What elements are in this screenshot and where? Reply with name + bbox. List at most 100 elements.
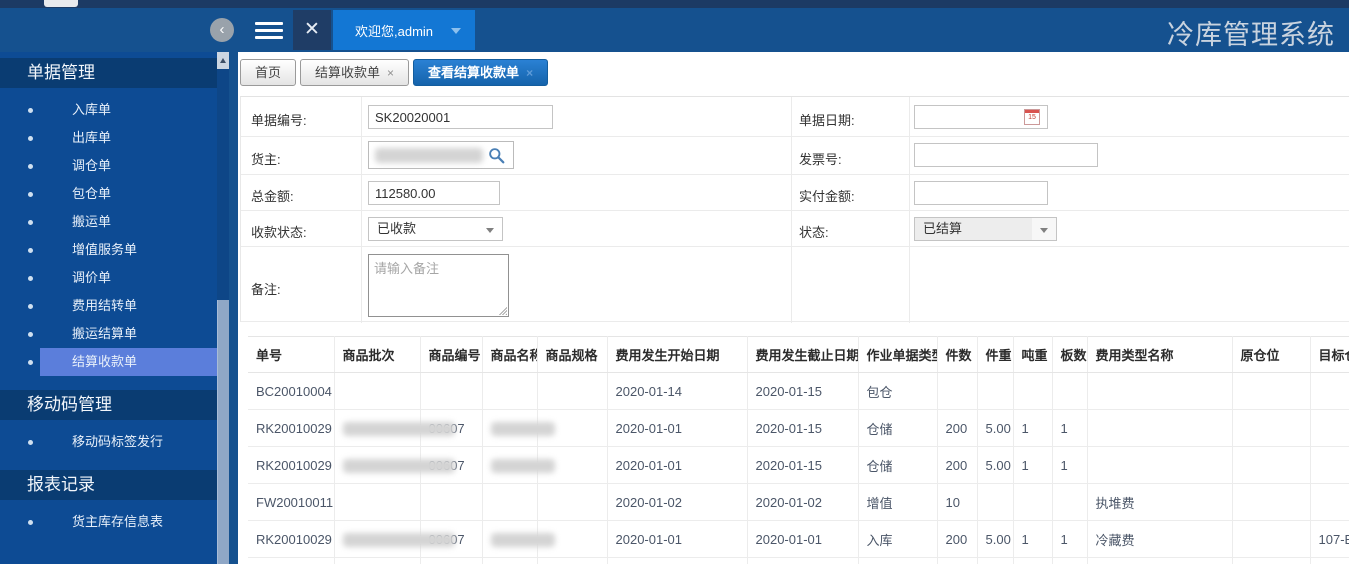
receipt-status-value: 已收款 <box>377 221 416 236</box>
table-cell <box>537 373 607 410</box>
table-cell <box>1087 558 1232 564</box>
close-all-tabs-button[interactable]: ✕ <box>293 10 331 50</box>
back-button[interactable]: ‹ <box>210 18 234 42</box>
sidebar-item[interactable]: 出库单 <box>0 124 217 152</box>
column-header: 费用发生开始日期 <box>607 337 747 373</box>
table-row[interactable]: RK20010029006072020-01-012020-01-15仓储200… <box>248 410 1349 447</box>
detail-table: 单号商品批次商品编号商品名称商品规格费用发生开始日期费用发生截止日期作业单据类型… <box>248 336 1349 564</box>
sidebar-section-title[interactable]: 报表记录 <box>0 470 217 500</box>
sidebar-item[interactable]: 搬运单 <box>0 208 217 236</box>
column-header: 原仓位 <box>1232 337 1310 373</box>
calendar-icon[interactable]: 15 <box>1024 109 1040 125</box>
table-cell <box>1232 447 1310 484</box>
sidebar-item[interactable]: 结算收款单 <box>0 348 217 376</box>
user-menu-button[interactable]: 欢迎您,admin <box>333 10 475 50</box>
tab-1[interactable]: 首页 <box>240 59 296 86</box>
table-cell <box>334 410 420 447</box>
sidebar-item[interactable]: 入库单 <box>0 96 217 124</box>
textarea-resize-grip[interactable] <box>498 306 507 315</box>
table-cell <box>1087 410 1232 447</box>
redacted-cell-text <box>343 459 455 473</box>
paid-amount-input[interactable] <box>914 181 1048 205</box>
scroll-up-button[interactable] <box>217 52 229 69</box>
redacted-owner-text <box>375 148 483 163</box>
sidebar-item[interactable]: 费用结转单 <box>0 292 217 320</box>
table-cell <box>1310 558 1349 564</box>
sidebar-item[interactable]: 包仓单 <box>0 180 217 208</box>
sidebar-item[interactable]: 调仓单 <box>0 152 217 180</box>
bullet-icon <box>28 136 33 141</box>
table-cell: 增值 <box>858 484 937 521</box>
table-cell: 仓储 <box>858 447 937 484</box>
scrollbar-thumb[interactable] <box>217 300 229 564</box>
sidebar-item[interactable]: 货主库存信息表 <box>0 508 217 536</box>
table-cell <box>482 447 537 484</box>
owner-input[interactable] <box>368 141 514 169</box>
table-row[interactable]: FW200100112020-01-022020-01-02增值10执堆费 <box>248 484 1349 521</box>
menu-toggle-icon[interactable] <box>255 22 283 39</box>
table-cell: 107-B <box>1310 521 1349 558</box>
table-cell <box>1052 558 1087 564</box>
table-cell: 冷藏费 <box>1087 521 1232 558</box>
table-cell <box>1310 410 1349 447</box>
sidebar-item[interactable]: 增值服务单 <box>0 236 217 264</box>
welcome-label: 欢迎您,admin <box>355 24 433 39</box>
sidebar-item-label: 出库单 <box>72 124 217 152</box>
tab-close-icon[interactable]: × <box>526 66 533 80</box>
table-cell: 1 <box>1052 521 1087 558</box>
table-row[interactable] <box>248 558 1349 564</box>
table-cell: 1 <box>1013 521 1052 558</box>
column-header: 件重 <box>977 337 1013 373</box>
total-amount-input[interactable] <box>368 181 500 205</box>
sidebar-item-label: 搬运单 <box>72 208 217 236</box>
table-cell <box>537 558 607 564</box>
tab-bar: 首页结算收款单×查看结算收款单× <box>238 52 1349 90</box>
doc-no-input[interactable] <box>368 105 553 129</box>
bullet-icon <box>28 360 33 365</box>
table-cell <box>420 484 482 521</box>
invoice-no-input[interactable] <box>914 143 1098 167</box>
table-cell <box>977 373 1013 410</box>
sidebar-item-label: 调仓单 <box>72 152 217 180</box>
table-cell: RK20010029 <box>248 521 334 558</box>
table-cell: 2020-01-15 <box>747 447 858 484</box>
sidebar-section-title[interactable]: 单据管理 <box>0 58 217 88</box>
bullet-icon <box>28 108 33 113</box>
table-cell: 1 <box>1013 410 1052 447</box>
sidebar-item[interactable]: 搬运结算单 <box>0 320 217 348</box>
table-cell <box>858 558 937 564</box>
sidebar-scrollbar[interactable] <box>217 52 229 564</box>
sidebar-item-label: 调价单 <box>72 264 217 292</box>
table-row[interactable]: RK20010029006072020-01-012020-01-01入库200… <box>248 521 1349 558</box>
tab-3[interactable]: 查看结算收款单× <box>413 59 548 86</box>
table-cell <box>1087 447 1232 484</box>
sidebar: 单据管理入库单出库单调仓单包仓单搬运单增值服务单调价单费用结转单搬运结算单结算收… <box>0 52 217 564</box>
column-header: 作业单据类型 <box>858 337 937 373</box>
sidebar-section-title[interactable]: 移动码管理 <box>0 390 217 420</box>
sidebar-item[interactable]: 移动码标签发行 <box>0 428 217 456</box>
sidebar-item-label: 搬运结算单 <box>72 320 217 348</box>
table-cell <box>420 373 482 410</box>
app-window: ‹ ✕ 欢迎您,admin 冷库管理系统 单据管理入库单出库单调仓单包仓单搬运单… <box>0 0 1349 564</box>
tab-2[interactable]: 结算收款单× <box>300 59 409 86</box>
sidebar-item-label: 入库单 <box>72 96 217 124</box>
table-cell: 仓储 <box>858 410 937 447</box>
chevron-down-icon <box>451 28 461 34</box>
table-cell: 1 <box>1052 410 1087 447</box>
search-icon[interactable] <box>488 147 505 164</box>
table-cell <box>420 558 482 564</box>
content-left-strip <box>229 52 238 564</box>
table-row[interactable]: BC200100042020-01-142020-01-15包仓 <box>248 373 1349 410</box>
table-cell <box>1232 410 1310 447</box>
receipt-status-select[interactable]: 已收款 <box>368 217 503 241</box>
bullet-icon <box>28 276 33 281</box>
remark-textarea[interactable] <box>368 254 509 317</box>
table-cell <box>607 558 747 564</box>
sidebar-item[interactable]: 调价单 <box>0 264 217 292</box>
table-cell: 10 <box>937 484 977 521</box>
owner-label: 货主: <box>251 149 281 168</box>
table-row[interactable]: RK20010029006072020-01-012020-01-15仓储200… <box>248 447 1349 484</box>
table-cell: 2020-01-15 <box>747 410 858 447</box>
tab-close-icon[interactable]: × <box>387 66 394 80</box>
status-select[interactable]: 已结算 <box>914 217 1057 241</box>
